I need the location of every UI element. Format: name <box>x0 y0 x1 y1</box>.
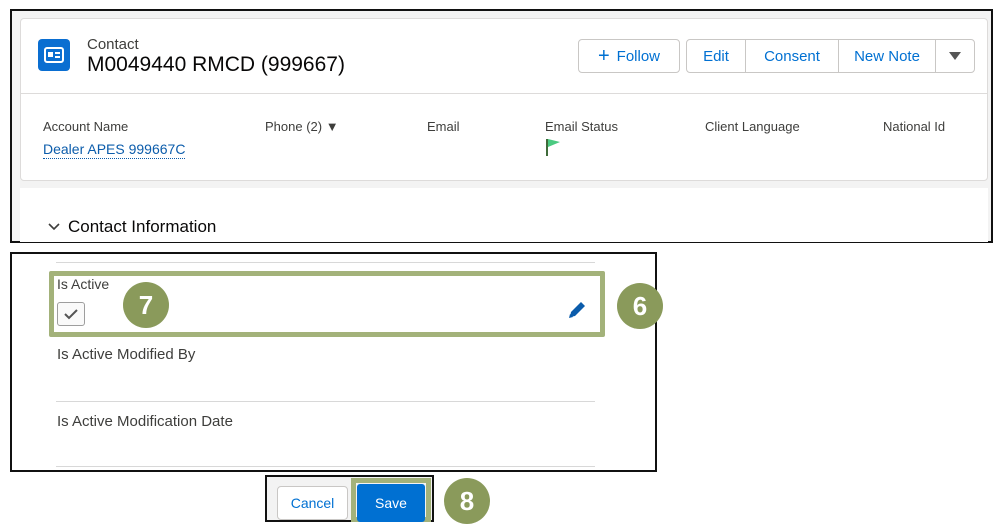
new-note-button[interactable]: New Note <box>838 39 936 73</box>
edit-button[interactable]: Edit <box>686 39 746 73</box>
divider <box>56 262 595 263</box>
section-title: Contact Information <box>68 217 217 236</box>
callout-badge-7: 7 <box>123 282 169 328</box>
save-button[interactable]: Save <box>357 484 425 522</box>
is-active-modification-date-label: Is Active Modification Date <box>57 413 233 430</box>
plus-icon: + <box>597 45 610 67</box>
national-id-label: National Id <box>883 119 946 134</box>
callout-badge-8: 8 <box>444 478 490 524</box>
callout-badge-6: 6 <box>617 283 663 329</box>
cancel-button[interactable]: Cancel <box>277 486 348 520</box>
is-active-modified-by-label: Is Active Modified By <box>57 346 196 363</box>
chevron-down-icon <box>48 223 60 231</box>
email-label: Email <box>427 119 460 134</box>
divider <box>56 466 595 467</box>
chevron-down-icon <box>949 52 961 60</box>
follow-label: Follow <box>616 47 661 65</box>
client-language-label: Client Language <box>705 119 800 134</box>
phone-label[interactable]: Phone (2) ▼ <box>265 119 339 134</box>
more-actions-button[interactable] <box>935 39 975 73</box>
green-flag-icon <box>545 138 561 161</box>
object-label: Contact <box>87 36 139 53</box>
follow-button[interactable]: + Follow <box>578 39 680 73</box>
header-divider <box>20 93 988 94</box>
account-name-link[interactable]: Dealer APES 999667C <box>43 141 186 159</box>
divider <box>56 401 595 402</box>
record-title: M0049440 RMCD (999667) <box>87 53 345 76</box>
account-name-label: Account Name <box>43 119 129 134</box>
consent-button[interactable]: Consent <box>745 39 839 73</box>
pencil-icon[interactable] <box>566 299 588 326</box>
contact-information-section-toggle[interactable]: Contact Information <box>48 217 216 237</box>
contact-icon <box>38 39 70 71</box>
email-status-label: Email Status <box>545 119 618 134</box>
